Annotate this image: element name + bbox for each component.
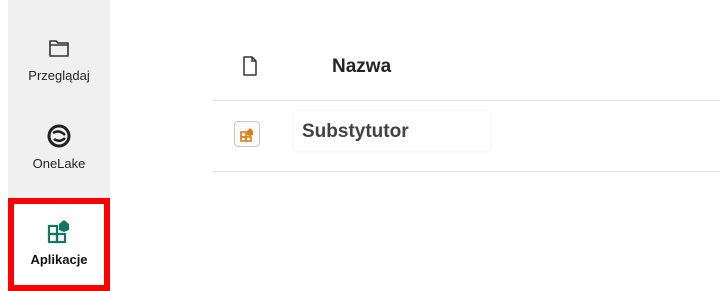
app-item-icon: [234, 121, 260, 147]
rail-item-browse[interactable]: Przeglądaj: [8, 34, 110, 100]
file-icon: [242, 56, 262, 78]
rail-item-label: Aplikacje: [30, 252, 88, 267]
table-header-row: Nazwa: [212, 34, 720, 101]
rail-item-label: Przeglądaj: [28, 68, 90, 83]
row-name-link[interactable]: Substytutor: [294, 111, 490, 151]
onelake-icon: [45, 122, 73, 150]
folder-icon: [45, 34, 73, 62]
rail-item-onelake[interactable]: OneLake: [8, 122, 110, 188]
column-header-name[interactable]: Nazwa: [332, 56, 391, 78]
app-root: Przeglądaj OneLake Aplikacje Nazwa Subst…: [0, 0, 720, 291]
left-nav-rail: Przeglądaj OneLake Aplikacje: [8, 0, 110, 291]
table-row[interactable]: Substytutor: [212, 101, 720, 172]
rail-item-apps[interactable]: Aplikacje: [8, 198, 110, 291]
apps-icon: [45, 218, 73, 246]
rail-item-label: OneLake: [32, 156, 86, 171]
